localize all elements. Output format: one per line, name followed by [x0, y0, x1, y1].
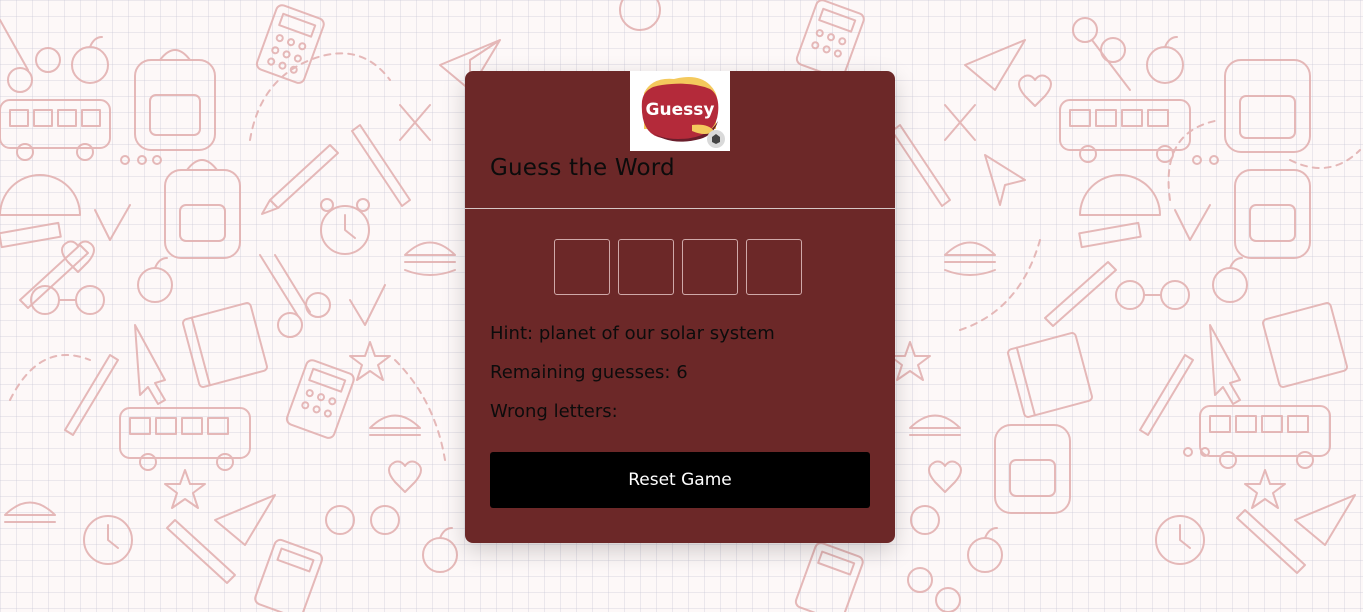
check-mark-icon — [94, 204, 131, 241]
burger-icon — [4, 501, 56, 523]
letter-input-1[interactable] — [554, 239, 610, 295]
apple-icon — [422, 527, 458, 573]
pencil-icon — [64, 354, 119, 436]
dashed-swirl — [9, 354, 91, 401]
burger-icon — [944, 241, 996, 276]
wrong-label: Wrong letters: — [490, 401, 618, 422]
page-title: Guess the Word — [490, 155, 675, 181]
backpack-icon — [994, 424, 1071, 514]
heart-icon — [388, 460, 422, 493]
pencil-icon — [1139, 354, 1194, 436]
paper-plane-icon — [964, 39, 1026, 91]
dashed-swirl — [249, 52, 391, 141]
hint-line: Hint: planet of our solar system — [490, 323, 775, 344]
backpack-icon — [1224, 59, 1311, 153]
backpack-icon — [164, 159, 241, 259]
calculator-icon — [285, 359, 355, 439]
game-card: Guessy Guess the Word Hint: planet of ou… — [465, 71, 895, 543]
reset-game-button[interactable]: Reset Game — [490, 452, 870, 508]
glasses-icon — [325, 505, 400, 535]
bus-icon — [1199, 405, 1331, 469]
arrow-cursor-icon — [134, 324, 166, 405]
backpack-icon — [134, 49, 216, 151]
burger-icon — [369, 414, 421, 436]
remaining-value: 6 — [676, 362, 688, 383]
alarm-clock-icon — [1155, 515, 1205, 565]
paper-plane-icon — [214, 494, 276, 546]
alarm-clock-icon — [83, 515, 133, 565]
calculator-icon — [794, 542, 864, 612]
alarm-clock-icon — [320, 198, 370, 255]
heart-icon — [1018, 74, 1052, 107]
heart-icon — [928, 460, 962, 493]
notebook-icon — [182, 302, 268, 388]
remaining-guesses-line: Remaining guesses: 6 — [490, 362, 688, 383]
burger-icon — [909, 414, 961, 436]
check-mark-icon — [1174, 204, 1211, 241]
pencil-icon — [891, 124, 951, 207]
bus-icon — [119, 407, 251, 471]
hint-text: planet of our solar system — [538, 323, 775, 344]
check-mark-icon — [349, 284, 386, 326]
backpack-icon — [1234, 169, 1311, 259]
scissors-icon — [0, 19, 61, 93]
arrow-cursor-icon — [984, 154, 1026, 206]
guessy-logo: Guessy — [630, 71, 730, 151]
x-mark-icon — [944, 104, 976, 141]
star-icon — [164, 469, 206, 509]
ruler-icon — [0, 221, 62, 249]
protractor-icon — [1079, 174, 1161, 216]
calculator-icon — [255, 4, 325, 84]
wrong-letters-line: Wrong letters: — [490, 401, 618, 422]
calculator-icon — [254, 538, 324, 612]
star-icon — [349, 341, 391, 381]
bus-icon — [0, 99, 111, 161]
dashed-swirl — [1289, 149, 1361, 169]
dashed-swirl — [394, 359, 446, 461]
word-inputs — [554, 239, 802, 295]
apple-icon — [71, 36, 109, 84]
pencil-icon — [261, 144, 339, 215]
letter-input-3[interactable] — [682, 239, 738, 295]
star-icon — [889, 341, 931, 381]
glasses-icon — [1115, 280, 1190, 310]
protractor-icon — [0, 174, 81, 216]
letter-input-4[interactable] — [746, 239, 802, 295]
title-divider — [465, 208, 895, 209]
scissors-icon — [1072, 17, 1131, 91]
scissors-icon — [907, 567, 961, 612]
hint-label: Hint: — [490, 323, 534, 344]
logo-text: Guessy — [646, 100, 715, 120]
alarm-clock-icon — [619, 0, 661, 31]
dashed-swirl — [959, 239, 1041, 331]
notebook-icon — [1262, 302, 1348, 388]
bus-icon — [1059, 99, 1191, 163]
notebook-icon — [1007, 332, 1093, 418]
apple-icon — [1146, 36, 1184, 84]
paper-plane-icon — [1294, 494, 1356, 546]
star-icon — [1244, 469, 1286, 509]
pencil-icon — [1044, 261, 1117, 327]
scissors-icon — [259, 254, 331, 338]
apple-icon — [137, 257, 173, 303]
dashed-swirl — [1167, 119, 1221, 201]
apple-icon — [967, 527, 1003, 573]
burger-icon — [404, 241, 456, 276]
x-mark-icon — [399, 104, 431, 141]
apple-icon — [1212, 257, 1248, 303]
calculator-icon — [795, 0, 865, 79]
glasses-icon — [30, 285, 105, 315]
arrow-cursor-icon — [1209, 324, 1241, 405]
ruler-icon — [1078, 221, 1142, 249]
letter-input-2[interactable] — [618, 239, 674, 295]
remaining-label: Remaining guesses: — [490, 362, 671, 383]
